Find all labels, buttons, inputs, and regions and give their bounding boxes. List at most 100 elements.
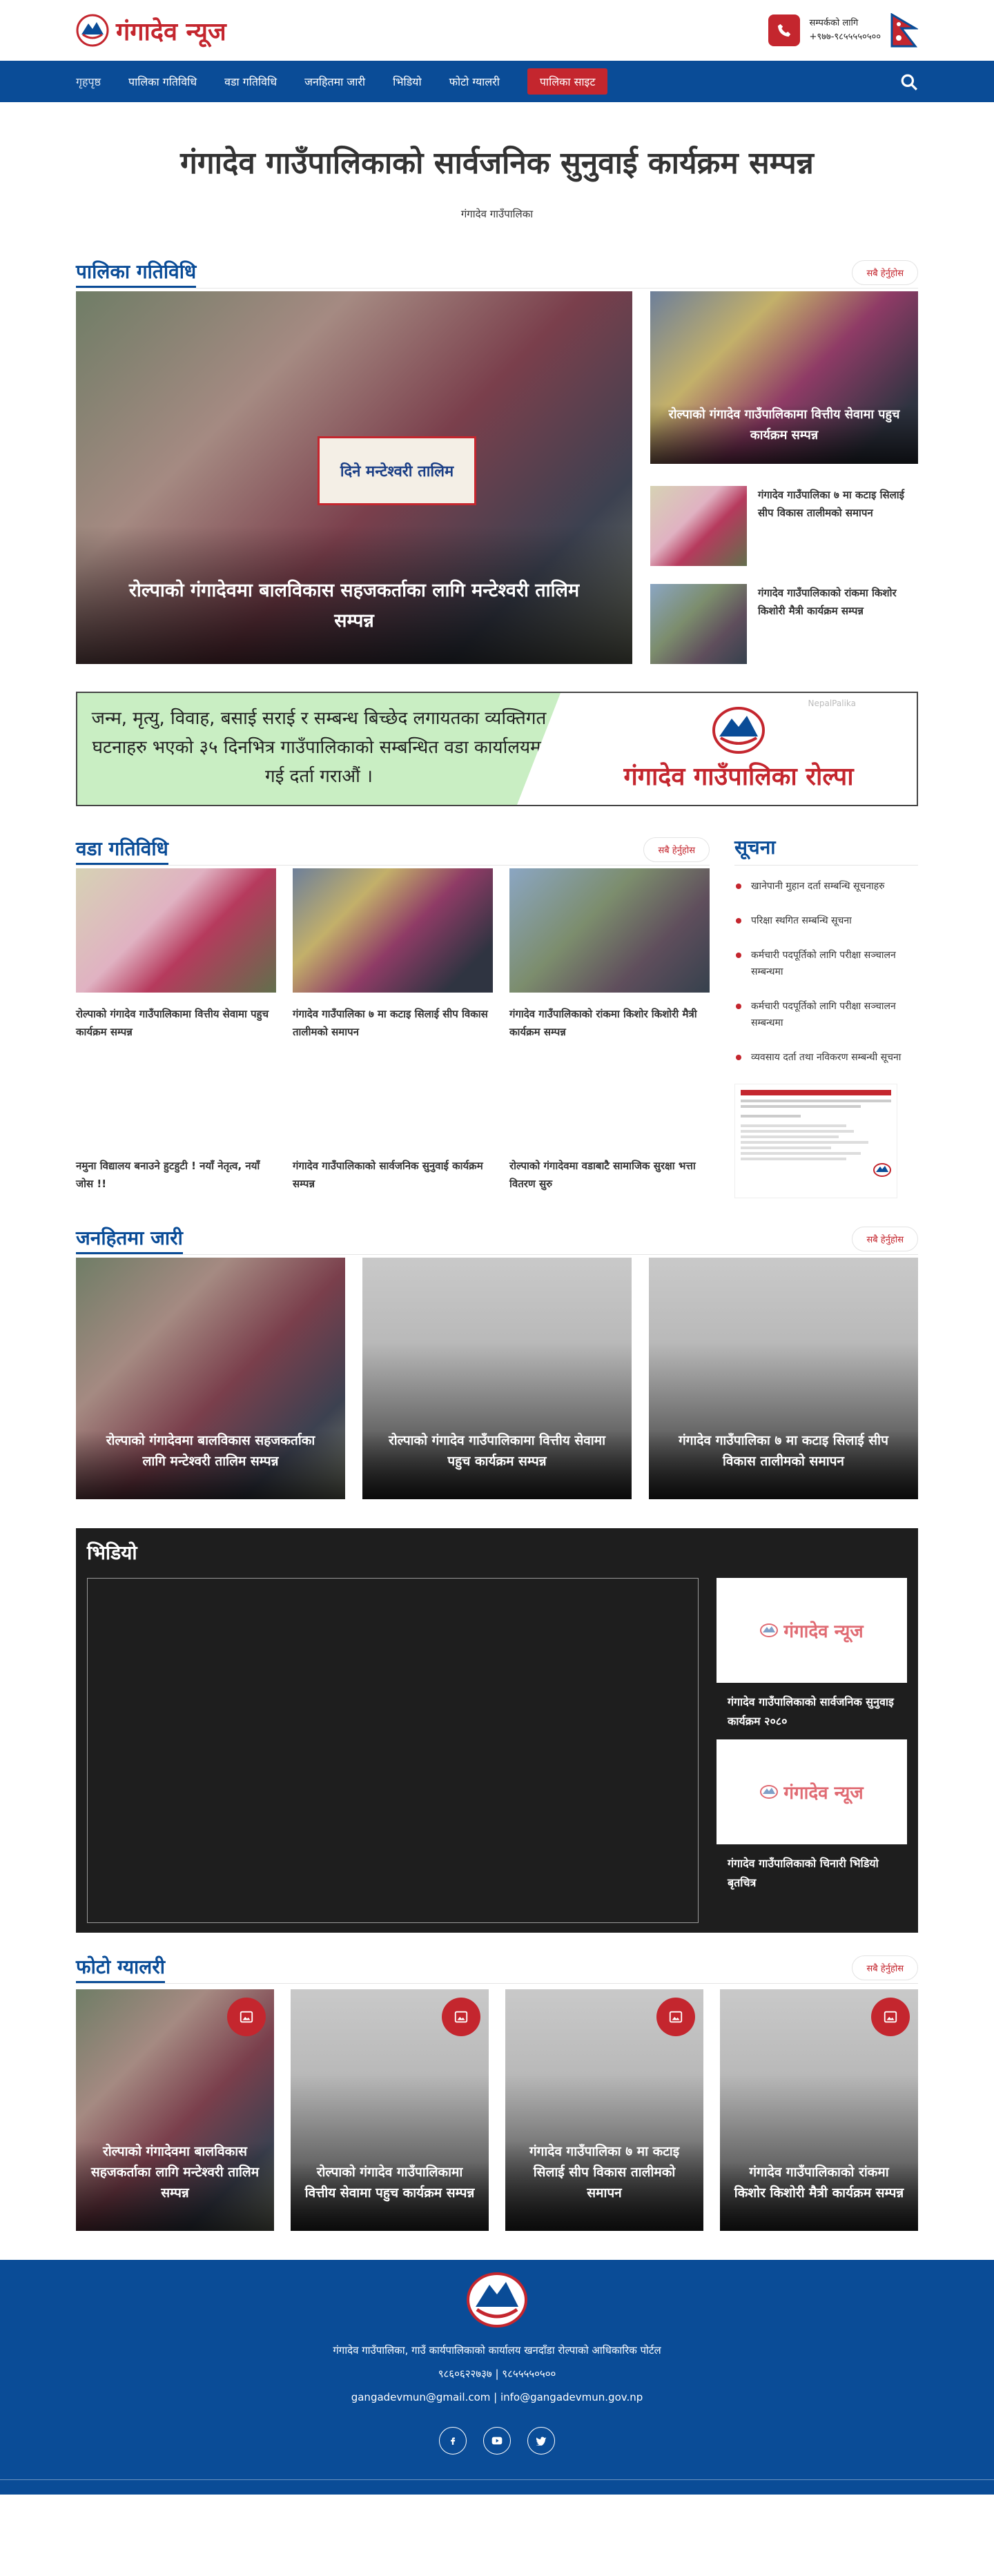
- video-player[interactable]: [87, 1578, 699, 1923]
- gallery-card[interactable]: रोल्पाको गंगादेवमा बालविकास सहजकर्ताका ल…: [76, 1989, 274, 2231]
- palika-list-item[interactable]: गंगादेव गाउँपालिका ७ मा कटाइ सिलाई सीप व…: [650, 486, 918, 566]
- gallery-card-title: गंगादेव गाउँपालिका ७ मा कटाइ सिलाई सीप व…: [505, 2141, 703, 2231]
- nav-photo-gallery[interactable]: फोटो ग्यालरी: [449, 74, 500, 89]
- gallery-card-title: रोल्पाको गंगादेवमा बालविकास सहजकर्ताका ल…: [76, 2141, 274, 2231]
- gallery-card-title: रोल्पाको गंगादेव गाउँपालिकामा वित्तीय से…: [291, 2162, 489, 2231]
- public-notice-card[interactable]: रोल्पाको गंगादेवमा बालविकास सहजकर्ताका ल…: [76, 1258, 345, 1499]
- palika-list-item[interactable]: गंगादेव गाउँपालिकाको रांकमा किशोर किशोरी…: [650, 584, 918, 664]
- ward-card[interactable]: गंगादेव गाउँपालिकाको रांकमा किशोर किशोरी…: [509, 868, 710, 1041]
- notice-section-title: सूचना: [734, 834, 918, 866]
- gallery-section-title: फोटो ग्यालरी: [76, 1953, 166, 1983]
- ward-card[interactable]: नमुना विद्यालय बनाउने हुटहुटी ! नयाँ नेत…: [76, 1055, 276, 1193]
- video-thumbnail: गंगादेव न्यूज: [717, 1739, 907, 1844]
- public-notice-card[interactable]: रोल्पाको गंगादेव गाउँपालिकामा वित्तीय से…: [362, 1258, 632, 1499]
- gallery-card-title: गंगादेव गाउँपालिकाको रांकमा किशोर किशोरी…: [720, 2162, 918, 2231]
- ward-see-all-button[interactable]: सबै हेर्नुहोस: [643, 837, 710, 862]
- notice-item[interactable]: कर्मचारी पदपूर्तिको लागि परीक्षा सञ्चालन…: [734, 947, 918, 980]
- contact-block: सम्पर्कको लागि +९७७-९८५५५५०५००: [768, 13, 918, 48]
- nav-video[interactable]: भिडियो: [393, 74, 422, 89]
- palika-side-story[interactable]: रोल्पाको गंगादेव गाउँपालिकामा वित्तीय से…: [650, 291, 918, 464]
- ward-card-title: रोल्पाको गंगादेवमा वडाबाटै सामाजिक सुरक्…: [509, 1160, 696, 1190]
- ward-card[interactable]: रोल्पाको गंगादेवमा वडाबाटै सामाजिक सुरक्…: [509, 1055, 710, 1193]
- public-notice-card-title: रोल्पाको गंगादेव गाउँपालिकामा वित्तीय से…: [362, 1430, 632, 1499]
- public-notice-card-title: रोल्पाको गंगादेवमा बालविकास सहजकर्ताका ल…: [76, 1430, 345, 1499]
- site-name: गंगादेव न्यूज: [116, 17, 226, 46]
- footer-phones[interactable]: ९८६०६२२७३७ | ९८५५५५०५००: [0, 2362, 994, 2385]
- video-section-title: भिडियो: [87, 1541, 137, 1564]
- gallery-card[interactable]: गंगादेव गाउँपालिका ७ मा कटाइ सिलाई सीप व…: [505, 1989, 703, 2231]
- notice-item[interactable]: परिक्षा स्थगित सम्बन्धि सूचना: [734, 913, 918, 929]
- emblem-icon: [712, 706, 765, 754]
- ward-section-header: वडा गतिविधि सबै हेर्नुहोस: [76, 834, 710, 866]
- video-item[interactable]: गंगादेव न्यूज गंगादेव गाउँपालिकाको सार्व…: [717, 1578, 907, 1739]
- video-thumb-logo-text: गंगादेव न्यूज: [783, 1621, 864, 1642]
- nav-palika-activities[interactable]: पालिका गतिविधि: [128, 74, 197, 89]
- video-title: गंगादेव गाउँपालिकाको चिनारी भिडियो बृतचि…: [728, 1857, 879, 1889]
- footer-org-line: गंगादेव गाउँपालिका, गाउँ कार्यपालिकाको क…: [333, 2344, 661, 2357]
- palika-section-title: पालिका गतिविधि: [76, 258, 197, 288]
- phone-icon: [768, 14, 800, 46]
- image-icon: [227, 1998, 266, 2036]
- ward-notice-row: वडा गतिविधि सबै हेर्नुहोस रोल्पाको गंगाद…: [76, 834, 918, 1198]
- palika-list-title: गंगादेव गाउँपालिका ७ मा कटाइ सिलाई सीप व…: [758, 489, 905, 519]
- youtube-icon[interactable]: [483, 2427, 511, 2455]
- emblem-icon: [760, 1623, 779, 1637]
- ward-cards: रोल्पाको गंगादेव गाउँपालिकामा वित्तीय से…: [76, 868, 710, 1193]
- footer-copyright: © गंगादेव गाउँपालिका, रोल्पा सर्वाधिकार …: [0, 2479, 994, 2511]
- footer-emails[interactable]: gangadevmun@gmail.com | info@gangadevmun…: [0, 2385, 994, 2409]
- palika-side-title: रोल्पाको गंगादेव गाउँपालिकामा वित्तीय से…: [650, 404, 918, 464]
- public-notice-header: जनहितमा जारी सबै हेर्नुहोस: [76, 1223, 918, 1255]
- site-logo[interactable]: गंगादेव न्यूज: [76, 14, 226, 48]
- ward-card-title: गंगादेव गाउँपालिकाको सार्वजनिक सुनुवाई क…: [293, 1160, 483, 1190]
- gallery-card[interactable]: रोल्पाको गंगादेव गाउँपालिकामा वित्तीय से…: [291, 1989, 489, 2231]
- notice-document-image[interactable]: [734, 1084, 897, 1198]
- gallery-section-header: फोटो ग्यालरी सबै हेर्नुहोस: [76, 1952, 918, 1984]
- nav-ward-activities[interactable]: वडा गतिविधि: [224, 74, 277, 89]
- image-icon: [871, 1998, 910, 2036]
- notice-list: खानेपानी मुहान दर्ता सम्बन्धि सूचनाहरु प…: [734, 878, 918, 1066]
- twitter-icon[interactable]: [527, 2427, 555, 2455]
- palika-list-thumb: [650, 584, 747, 664]
- image-icon: [442, 1998, 480, 2036]
- search-icon[interactable]: [900, 73, 918, 91]
- palika-main-story[interactable]: दिने मन्टेश्वरी तालिम रोल्पाको गंगादेवमा…: [76, 291, 632, 664]
- video-list: गंगादेव न्यूज गंगादेव गाउँपालिकाको सार्व…: [717, 1578, 907, 1923]
- public-notice-card-title: गंगादेव गाउँपालिका ७ मा कटाइ सिलाई सीप व…: [649, 1430, 918, 1499]
- video-section: भिडियो गंगादेव न्यूज गंगादेव गाउँपालिकाक…: [76, 1528, 918, 1933]
- gallery-card[interactable]: गंगादेव गाउँपालिकाको रांकमा किशोर किशोरी…: [720, 1989, 918, 2231]
- public-notice-title: जनहितमा जारी: [76, 1224, 183, 1254]
- nepal-flag-icon: [890, 13, 918, 48]
- video-thumb-logo-text: गंगादेव न्यूज: [783, 1783, 864, 1804]
- palika-see-all-button[interactable]: सबै हेर्नुहोस: [852, 260, 918, 285]
- palika-content: दिने मन्टेश्वरी तालिम रोल्पाको गंगादेवमा…: [76, 291, 918, 664]
- public-notice-see-all-button[interactable]: सबै हेर्नुहोस: [852, 1226, 918, 1251]
- public-notice-grid: रोल्पाको गंगादेवमा बालविकास सहजकर्ताका ल…: [76, 1258, 918, 1499]
- gallery-see-all-button[interactable]: सबै हेर्नुहोस: [852, 1955, 918, 1980]
- ward-card-title: गंगादेव गाउँपालिकाको रांकमा किशोर किशोरी…: [509, 1008, 697, 1038]
- site-footer: गंगादेव गाउँपालिका, गाउँ कार्यपालिकाको क…: [0, 2260, 994, 2510]
- notice-item[interactable]: कर्मचारी पदपूर्तिको लागि परीक्षा सञ्चालन…: [734, 998, 918, 1031]
- facebook-icon[interactable]: [439, 2427, 467, 2455]
- contact-phone[interactable]: +९७७-९८५५५५०५००: [810, 30, 881, 44]
- ward-card[interactable]: गंगादेव गाउँपालिकाको सार्वजनिक सुनुवाई क…: [293, 1055, 493, 1193]
- nav-public-notice[interactable]: जनहितमा जारी: [304, 74, 365, 89]
- notice-item[interactable]: खानेपानी मुहान दर्ता सम्बन्धि सूचनाहरु: [734, 878, 918, 895]
- ward-card-title: नमुना विद्यालय बनाउने हुटहुटी ! नयाँ नेत…: [76, 1160, 260, 1190]
- nav-home[interactable]: गृहपृष्ठ: [76, 74, 101, 89]
- site-header: गंगादेव न्यूज सम्पर्कको लागि +९७७-९८५५५५…: [76, 0, 918, 61]
- emblem-icon: [76, 14, 109, 47]
- palika-training-banner: दिने मन्टेश्वरी तालिम: [318, 436, 476, 505]
- public-notice-card[interactable]: गंगादेव गाउँपालिका ७ मा कटाइ सिलाई सीप व…: [649, 1258, 918, 1499]
- video-title: गंगादेव गाउँपालिकाको सार्वजनिक सुनुवाइ क…: [728, 1695, 894, 1728]
- headline-title[interactable]: गंगादेव गाउँपालिकाको सार्वजनिक सुनुवाई क…: [76, 141, 918, 182]
- registration-ad-org: गंगादेव गाउँपालिका रोल्पा: [623, 762, 854, 791]
- nav-palika-site-button[interactable]: पालिका साइट: [527, 68, 608, 95]
- ward-card[interactable]: रोल्पाको गंगादेव गाउँपालिकामा वित्तीय से…: [76, 868, 276, 1041]
- main-nav: गृहपृष्ठ पालिका गतिविधि वडा गतिविधि जनहि…: [0, 61, 994, 102]
- palika-list-title: गंगादेव गाउँपालिकाको रांकमा किशोर किशोरी…: [758, 587, 897, 617]
- video-item[interactable]: गंगादेव न्यूज गंगादेव गाउँपालिकाको चिनार…: [717, 1739, 907, 1901]
- notice-item[interactable]: व्यवसाय दर्ता तथा नविकरण सम्बन्धी सूचना: [734, 1049, 918, 1066]
- ward-card-image: [509, 868, 710, 993]
- ward-card[interactable]: गंगादेव गाउँपालिका ७ मा कटाइ सिलाई सीप व…: [293, 868, 493, 1041]
- registration-ad-banner[interactable]: जन्म, मृत्यु, विवाह, बसाई सराई र सम्बन्ध…: [76, 692, 918, 806]
